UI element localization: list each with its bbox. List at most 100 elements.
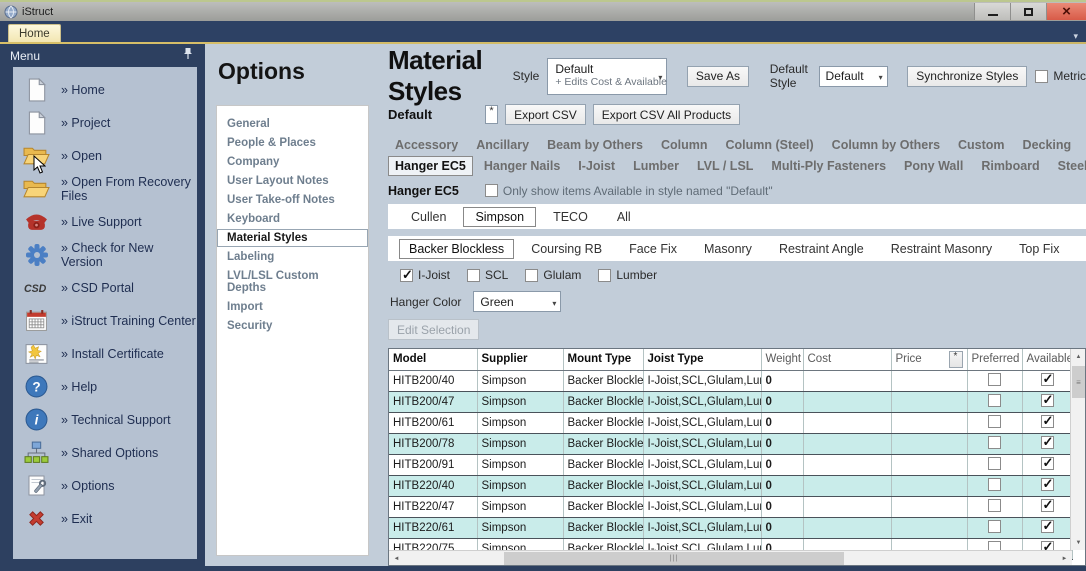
category-tab-accessory[interactable]: Accessory bbox=[388, 135, 465, 155]
cell-preferred-checkbox[interactable] bbox=[967, 496, 1022, 517]
cell-price[interactable] bbox=[891, 391, 967, 412]
mount-tab-restraint-angle[interactable]: Restraint Angle bbox=[769, 239, 874, 259]
table-row-hitb220-61[interactable]: HITB220/61SimpsonBacker BlocklessI-Joist… bbox=[389, 517, 1072, 538]
category-tab-hanger-nails[interactable]: Hanger Nails bbox=[477, 156, 567, 176]
category-tab-column-by-others[interactable]: Column by Others bbox=[825, 135, 947, 155]
cell-model[interactable]: HITB220/61 bbox=[389, 517, 477, 538]
options-item-keyboard[interactable]: Keyboard bbox=[217, 210, 368, 228]
cell-model[interactable]: HITB200/91 bbox=[389, 454, 477, 475]
cell-mount-type[interactable]: Backer Blockless bbox=[563, 475, 643, 496]
column-header-mount-type[interactable]: Mount Type bbox=[563, 349, 643, 370]
mount-tab-top-fix-rb[interactable]: Top Fix RB bbox=[1076, 239, 1086, 259]
cell-preferred-checkbox[interactable] bbox=[967, 433, 1022, 454]
horizontal-scrollbar[interactable] bbox=[389, 550, 1072, 565]
cell-mount-type[interactable]: Backer Blockless bbox=[563, 391, 643, 412]
cell-available-checkbox[interactable] bbox=[1022, 433, 1072, 454]
tab-home[interactable]: Home bbox=[8, 24, 61, 42]
table-row-hitb220-40[interactable]: HITB220/40SimpsonBacker BlocklessI-Joist… bbox=[389, 475, 1072, 496]
options-item-material-styles[interactable]: Material Styles bbox=[217, 229, 368, 247]
only-show-available-checkbox[interactable]: Only show items Available in style named… bbox=[485, 184, 773, 198]
vertical-scrollbar-thumb[interactable] bbox=[1072, 366, 1085, 398]
cell-available-checkbox[interactable] bbox=[1022, 496, 1072, 517]
cell-mount-type[interactable]: Backer Blockless bbox=[563, 517, 643, 538]
category-tab-i-joist[interactable]: I-Joist bbox=[571, 156, 622, 176]
cell-cost[interactable] bbox=[803, 454, 891, 475]
cell-joist-type[interactable]: I-Joist,SCL,Glulam,Lumber bbox=[643, 517, 761, 538]
minimize-button[interactable] bbox=[974, 3, 1010, 20]
export-csv-all-button[interactable]: Export CSV All Products bbox=[593, 104, 740, 125]
options-item-lvl-lsl-custom-depths[interactable]: LVL/LSL Custom Depths bbox=[217, 267, 368, 297]
column-options-button[interactable] bbox=[949, 351, 963, 368]
cell-preferred-checkbox[interactable] bbox=[967, 391, 1022, 412]
cell-supplier[interactable]: Simpson bbox=[477, 496, 563, 517]
cell-cost[interactable] bbox=[803, 475, 891, 496]
category-tab-ancillary[interactable]: Ancillary bbox=[469, 135, 536, 155]
column-header-joist-type[interactable]: Joist Type bbox=[643, 349, 761, 370]
cell-weight[interactable]: 0 bbox=[761, 475, 803, 496]
cell-weight[interactable]: 0 bbox=[761, 517, 803, 538]
cell-joist-type[interactable]: I-Joist,SCL,Glulam,Lumber bbox=[643, 370, 761, 391]
sidebar-item-shared-options[interactable]: » Shared Options bbox=[13, 436, 197, 469]
cell-price[interactable] bbox=[891, 496, 967, 517]
edit-selection-button[interactable]: Edit Selection bbox=[388, 319, 479, 340]
cell-preferred-checkbox[interactable] bbox=[967, 370, 1022, 391]
sidebar-item-technical-support[interactable]: i» Technical Support bbox=[13, 403, 197, 436]
cell-supplier[interactable]: Simpson bbox=[477, 391, 563, 412]
synchronize-styles-button[interactable]: Synchronize Styles bbox=[907, 66, 1027, 87]
cell-supplier[interactable]: Simpson bbox=[477, 412, 563, 433]
cell-price[interactable] bbox=[891, 433, 967, 454]
cell-mount-type[interactable]: Backer Blockless bbox=[563, 412, 643, 433]
options-item-company[interactable]: Company bbox=[217, 153, 368, 171]
cell-price[interactable] bbox=[891, 454, 967, 475]
cell-cost[interactable] bbox=[803, 433, 891, 454]
vertical-scrollbar[interactable] bbox=[1070, 349, 1085, 550]
category-tab-hanger-ec5[interactable]: Hanger EC5 bbox=[388, 156, 473, 176]
default-style-select[interactable]: Default bbox=[819, 66, 888, 87]
cell-supplier[interactable]: Simpson bbox=[477, 517, 563, 538]
brand-tab-simpson[interactable]: Simpson bbox=[463, 207, 536, 227]
category-tab-custom[interactable]: Custom bbox=[951, 135, 1012, 155]
export-csv-button[interactable]: Export CSV bbox=[505, 104, 586, 125]
column-header-available[interactable]: Available bbox=[1022, 349, 1072, 370]
sidebar-item-istruct-training-center[interactable]: » iStruct Training Center bbox=[13, 304, 197, 337]
cell-weight[interactable]: 0 bbox=[761, 391, 803, 412]
brand-tab-cullen[interactable]: Cullen bbox=[399, 207, 458, 227]
cell-cost[interactable] bbox=[803, 517, 891, 538]
category-tab-glulam[interactable]: Glulam bbox=[1082, 135, 1086, 155]
pin-icon[interactable] bbox=[183, 47, 193, 65]
scroll-right-button[interactable] bbox=[1057, 551, 1072, 566]
cell-price[interactable] bbox=[891, 517, 967, 538]
column-header-preferred[interactable]: Preferred bbox=[967, 349, 1022, 370]
hanger-color-select[interactable]: Green bbox=[473, 291, 561, 312]
category-tab-decking[interactable]: Decking bbox=[1016, 135, 1079, 155]
cell-model[interactable]: HITB200/47 bbox=[389, 391, 477, 412]
cell-weight[interactable]: 0 bbox=[761, 412, 803, 433]
options-item-labeling[interactable]: Labeling bbox=[217, 248, 368, 266]
column-header-model[interactable]: Model bbox=[389, 349, 477, 370]
filter-checkbox-lumber[interactable]: Lumber bbox=[598, 268, 657, 282]
cell-joist-type[interactable]: I-Joist,SCL,Glulam,Lumber bbox=[643, 412, 761, 433]
cell-model[interactable]: HITB220/40 bbox=[389, 475, 477, 496]
cell-mount-type[interactable]: Backer Blockless bbox=[563, 496, 643, 517]
cell-joist-type[interactable]: I-Joist,SCL,Glulam,Lumber bbox=[643, 391, 761, 412]
mount-tab-backer-blockless[interactable]: Backer Blockless bbox=[399, 239, 514, 259]
scroll-down-button[interactable] bbox=[1071, 535, 1086, 550]
brand-tab-teco[interactable]: TECO bbox=[541, 207, 600, 227]
cell-price[interactable] bbox=[891, 475, 967, 496]
mount-tab-coursing-rb[interactable]: Coursing RB bbox=[521, 239, 612, 259]
mount-tab-face-fix[interactable]: Face Fix bbox=[619, 239, 687, 259]
mount-tab-restraint-masonry[interactable]: Restraint Masonry bbox=[881, 239, 1002, 259]
cell-available-checkbox[interactable] bbox=[1022, 517, 1072, 538]
cell-available-checkbox[interactable] bbox=[1022, 412, 1072, 433]
cell-model[interactable]: HITB220/47 bbox=[389, 496, 477, 517]
style-name-options-button[interactable] bbox=[485, 105, 498, 124]
cell-cost[interactable] bbox=[803, 370, 891, 391]
column-header-price[interactable]: Price bbox=[891, 349, 967, 370]
category-tab-column[interactable]: Column bbox=[654, 135, 715, 155]
mount-tab-top-fix[interactable]: Top Fix bbox=[1009, 239, 1069, 259]
filter-checkbox-glulam[interactable]: Glulam bbox=[525, 268, 581, 282]
options-item-general[interactable]: General bbox=[217, 115, 368, 133]
sidebar-item-csd-portal[interactable]: CSD» CSD Portal bbox=[13, 271, 197, 304]
options-item-import[interactable]: Import bbox=[217, 298, 368, 316]
cell-preferred-checkbox[interactable] bbox=[967, 475, 1022, 496]
